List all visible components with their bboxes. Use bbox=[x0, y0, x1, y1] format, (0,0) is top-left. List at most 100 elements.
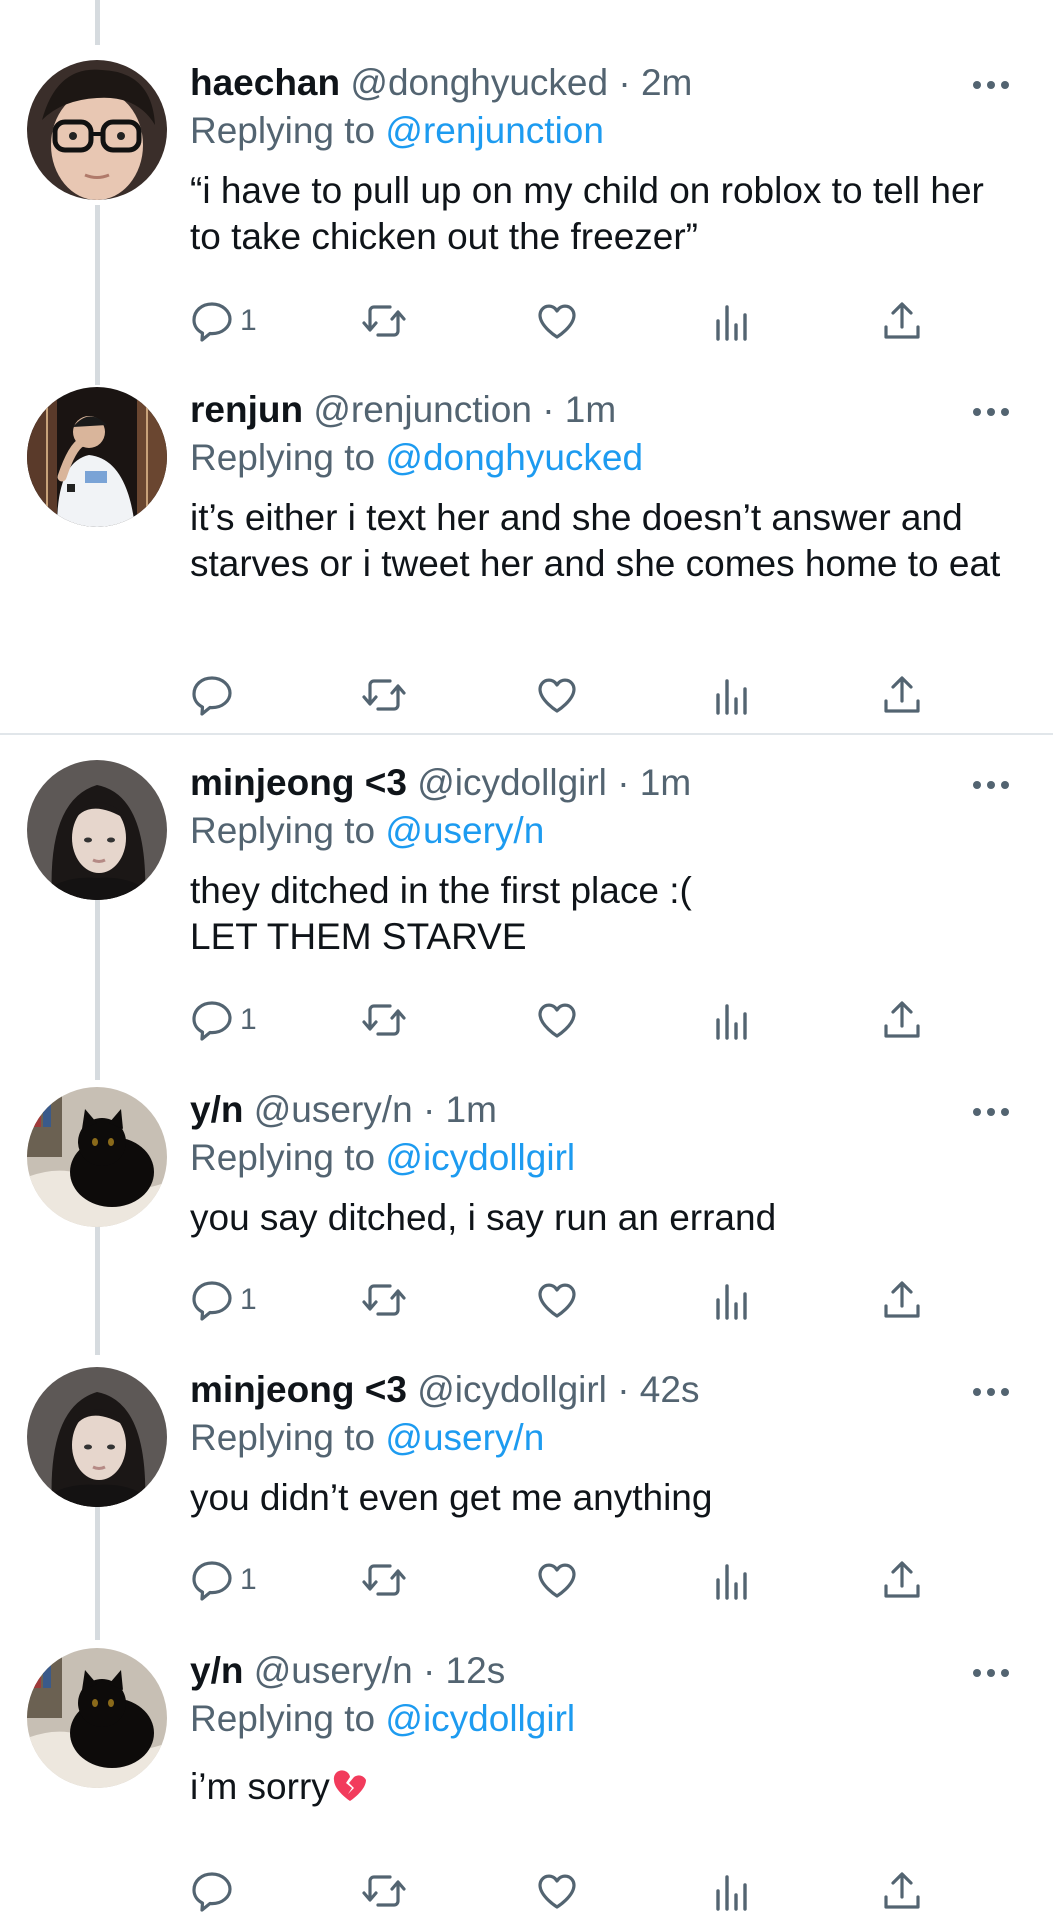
more-options-icon[interactable] bbox=[969, 778, 1013, 798]
timestamp[interactable]: · 1m bbox=[423, 1089, 497, 1130]
handle[interactable]: @usery/n bbox=[254, 1089, 413, 1130]
tweet-actions bbox=[190, 1866, 940, 1916]
tweet-actions: 1 bbox=[190, 1275, 940, 1325]
reply-context: Replying to @icydollgirl bbox=[190, 1135, 1013, 1181]
handle[interactable]: @usery/n bbox=[254, 1650, 413, 1691]
display-name[interactable]: minjeong <3 bbox=[190, 1369, 407, 1410]
more-options-icon[interactable] bbox=[969, 1666, 1013, 1686]
retweet-button[interactable] bbox=[360, 1866, 408, 1916]
timestamp[interactable]: · 42s bbox=[617, 1369, 699, 1410]
share-button[interactable] bbox=[880, 296, 924, 346]
handle[interactable]: @renjunction bbox=[313, 389, 532, 430]
tweet-header: haechan @donghyucked · 2m bbox=[190, 60, 1013, 106]
avatar[interactable] bbox=[27, 1648, 167, 1788]
thread-line bbox=[95, 1505, 100, 1640]
display-name[interactable]: minjeong <3 bbox=[190, 762, 407, 803]
views-button[interactable] bbox=[710, 1866, 754, 1916]
more-options-icon[interactable] bbox=[969, 78, 1013, 98]
more-options-icon[interactable] bbox=[969, 1105, 1013, 1125]
display-name[interactable]: y/n bbox=[190, 1089, 243, 1130]
handle[interactable]: @icydollgirl bbox=[417, 762, 607, 803]
like-button[interactable] bbox=[535, 296, 579, 346]
avatar[interactable] bbox=[27, 387, 167, 527]
reply-mention-link[interactable]: @donghyucked bbox=[385, 437, 643, 478]
reply-button[interactable] bbox=[190, 670, 240, 720]
reply-icon bbox=[192, 1001, 232, 1041]
reply-mention-link[interactable]: @usery/n bbox=[385, 1417, 544, 1458]
reply-count: 1 bbox=[240, 1563, 257, 1596]
views-button[interactable] bbox=[710, 1555, 754, 1605]
display-name[interactable]: renjun bbox=[190, 389, 303, 430]
reply-button[interactable]: 1 bbox=[190, 995, 257, 1045]
avatar[interactable] bbox=[27, 60, 167, 200]
views-button[interactable] bbox=[710, 670, 754, 720]
share-button[interactable] bbox=[880, 1555, 924, 1605]
reply-prefix: Replying to bbox=[190, 1137, 376, 1178]
retweet-icon bbox=[362, 305, 406, 337]
display-name[interactable]: haechan bbox=[190, 62, 340, 103]
share-button[interactable] bbox=[880, 995, 924, 1045]
timestamp[interactable]: · 1m bbox=[617, 762, 691, 803]
heart-icon bbox=[538, 1283, 576, 1318]
views-button[interactable] bbox=[710, 296, 754, 346]
like-button[interactable] bbox=[535, 1555, 579, 1605]
share-button[interactable] bbox=[880, 670, 924, 720]
retweet-icon bbox=[362, 1564, 406, 1596]
handle[interactable]: @donghyucked bbox=[350, 62, 608, 103]
share-button[interactable] bbox=[880, 1275, 924, 1325]
reply-icon bbox=[192, 1281, 232, 1321]
retweet-icon bbox=[362, 1004, 406, 1036]
reply-button[interactable]: 1 bbox=[190, 296, 257, 346]
retweet-button[interactable] bbox=[360, 296, 408, 346]
reply-button[interactable]: 1 bbox=[190, 1275, 257, 1325]
tweet-actions: 1 bbox=[190, 995, 940, 1045]
reply-icon bbox=[192, 676, 232, 716]
retweet-button[interactable] bbox=[360, 1275, 408, 1325]
handle[interactable]: @icydollgirl bbox=[417, 1369, 607, 1410]
reply-button[interactable] bbox=[190, 1866, 240, 1916]
retweet-button[interactable] bbox=[360, 1555, 408, 1605]
reply-mention-link[interactable]: @icydollgirl bbox=[385, 1137, 575, 1178]
like-button[interactable] bbox=[535, 995, 579, 1045]
tweet-header: y/n @usery/n · 1m bbox=[190, 1087, 1013, 1133]
avatar[interactable] bbox=[27, 1367, 167, 1507]
like-button[interactable] bbox=[535, 670, 579, 720]
like-button[interactable] bbox=[535, 1275, 579, 1325]
views-button[interactable] bbox=[710, 1275, 754, 1325]
timestamp[interactable]: · 1m bbox=[542, 389, 616, 430]
timestamp[interactable]: · 12s bbox=[423, 1650, 505, 1691]
tweet-header: minjeong <3 @icydollgirl · 42s bbox=[190, 1367, 1013, 1413]
share-icon bbox=[884, 1001, 920, 1038]
reply-button[interactable]: 1 bbox=[190, 1555, 257, 1605]
reply-icon bbox=[192, 302, 232, 342]
reply-icon bbox=[192, 1561, 232, 1601]
reply-icon bbox=[192, 1872, 232, 1912]
girl-dark-hair-avatar-icon bbox=[27, 760, 167, 900]
retweet-button[interactable] bbox=[360, 670, 408, 720]
views-icon bbox=[716, 1875, 747, 1911]
views-button[interactable] bbox=[710, 995, 754, 1045]
tweet-text-content: i’m sorry bbox=[190, 1766, 330, 1807]
reply-mention-link[interactable]: @renjunction bbox=[385, 110, 604, 151]
partial-action-bar bbox=[190, 0, 940, 10]
views-icon bbox=[716, 305, 747, 341]
tweet-text: it’s either i text her and she doesn’t a… bbox=[190, 497, 1001, 584]
reply-mention-link[interactable]: @icydollgirl bbox=[385, 1698, 575, 1739]
views-icon bbox=[716, 1004, 747, 1040]
retweet-button[interactable] bbox=[360, 995, 408, 1045]
share-icon bbox=[884, 676, 920, 713]
tweet-header: minjeong <3 @icydollgirl · 1m bbox=[190, 760, 1013, 806]
more-options-icon[interactable] bbox=[969, 405, 1013, 425]
heart-icon bbox=[538, 1563, 576, 1598]
like-button[interactable] bbox=[535, 1866, 579, 1916]
tweet-text: i’m sorry bbox=[190, 1764, 1013, 1814]
display-name[interactable]: y/n bbox=[190, 1650, 243, 1691]
avatar[interactable] bbox=[27, 760, 167, 900]
avatar[interactable] bbox=[27, 1087, 167, 1227]
reply-mention-link[interactable]: @usery/n bbox=[385, 810, 544, 851]
share-button[interactable] bbox=[880, 1866, 924, 1916]
more-options-icon[interactable] bbox=[969, 1385, 1013, 1405]
reply-prefix: Replying to bbox=[190, 810, 376, 851]
timestamp[interactable]: · 2m bbox=[618, 62, 692, 103]
reply-context: Replying to @icydollgirl bbox=[190, 1696, 1013, 1742]
